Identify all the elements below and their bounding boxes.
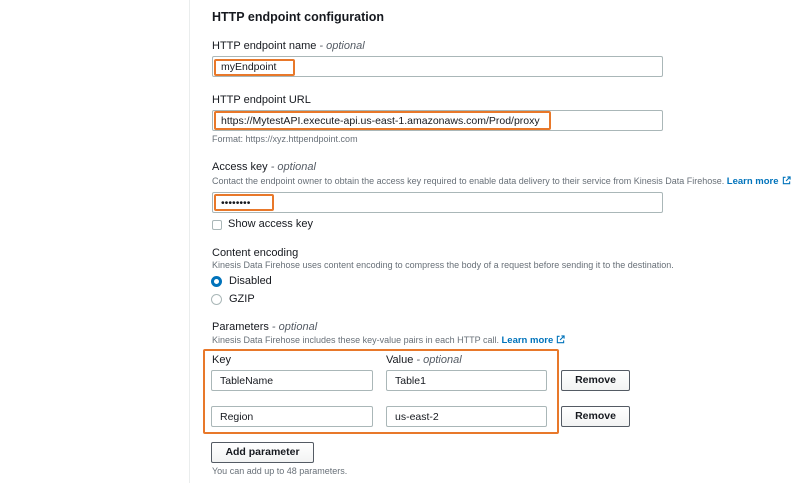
parameters-key-header: Key	[212, 354, 231, 366]
remove-parameter-button[interactable]: Remove	[561, 370, 630, 391]
remove-parameter-button[interactable]: Remove	[561, 406, 630, 427]
parameters-label-text: Parameters	[212, 321, 269, 333]
access-key-label-text: Access key	[212, 161, 268, 173]
parameters-learn-more-link[interactable]: Learn more	[501, 335, 565, 346]
parameters-limit-note: You can add up to 48 parameters.	[212, 466, 348, 476]
show-access-key-checkbox[interactable]	[212, 220, 222, 230]
encoding-disabled-label: Disabled	[229, 275, 272, 287]
access-key-input[interactable]	[212, 192, 663, 213]
content-encoding-description: Kinesis Data Firehose uses content encod…	[212, 260, 674, 270]
endpoint-name-label: HTTP endpoint name - optional	[212, 40, 365, 52]
endpoint-name-label-text: HTTP endpoint name	[212, 40, 317, 52]
encoding-gzip-label: GZIP	[229, 293, 255, 305]
parameter-value-input[interactable]	[386, 370, 547, 391]
endpoint-name-optional: - optional	[319, 40, 365, 52]
content-encoding-label: Content encoding	[212, 247, 299, 259]
parameters-value-header: Value - optional	[386, 354, 462, 366]
access-key-description: Contact the endpoint owner to obtain the…	[212, 176, 791, 187]
access-key-learn-more-link[interactable]: Learn more	[727, 176, 791, 187]
show-access-key-label: Show access key	[228, 218, 313, 230]
endpoint-name-highlight	[214, 59, 295, 76]
parameter-key-input[interactable]	[211, 406, 373, 427]
section-title: HTTP endpoint configuration	[212, 10, 384, 24]
access-key-highlight	[214, 194, 274, 211]
access-key-label: Access key - optional	[212, 161, 316, 173]
add-parameter-button[interactable]: Add parameter	[211, 442, 314, 463]
endpoint-url-label: HTTP endpoint URL	[212, 94, 311, 106]
encoding-disabled-radio[interactable]	[211, 276, 222, 287]
parameters-optional: - optional	[271, 321, 318, 333]
content-left-border	[189, 0, 190, 483]
external-link-icon	[557, 335, 565, 344]
parameters-learn-more-text: Learn more	[501, 335, 554, 346]
endpoint-url-format-hint: Format: https://xyz.httpendpoint.com	[212, 134, 358, 144]
parameter-value-input[interactable]	[386, 406, 547, 427]
parameter-key-input[interactable]	[211, 370, 373, 391]
access-key-learn-more-text: Learn more	[726, 176, 779, 187]
parameters-description-text: Kinesis Data Firehose includes these key…	[212, 335, 499, 345]
access-key-optional: - optional	[270, 161, 316, 173]
parameters-value-optional: - optional	[416, 354, 462, 366]
parameters-description: Kinesis Data Firehose includes these key…	[212, 335, 565, 346]
encoding-gzip-radio[interactable]	[211, 294, 222, 305]
access-key-description-text: Contact the endpoint owner to obtain the…	[212, 176, 725, 186]
endpoint-url-highlight	[214, 111, 551, 130]
parameters-label: Parameters - optional	[212, 321, 317, 333]
parameters-value-header-text: Value	[386, 354, 414, 366]
external-link-icon	[782, 176, 791, 185]
